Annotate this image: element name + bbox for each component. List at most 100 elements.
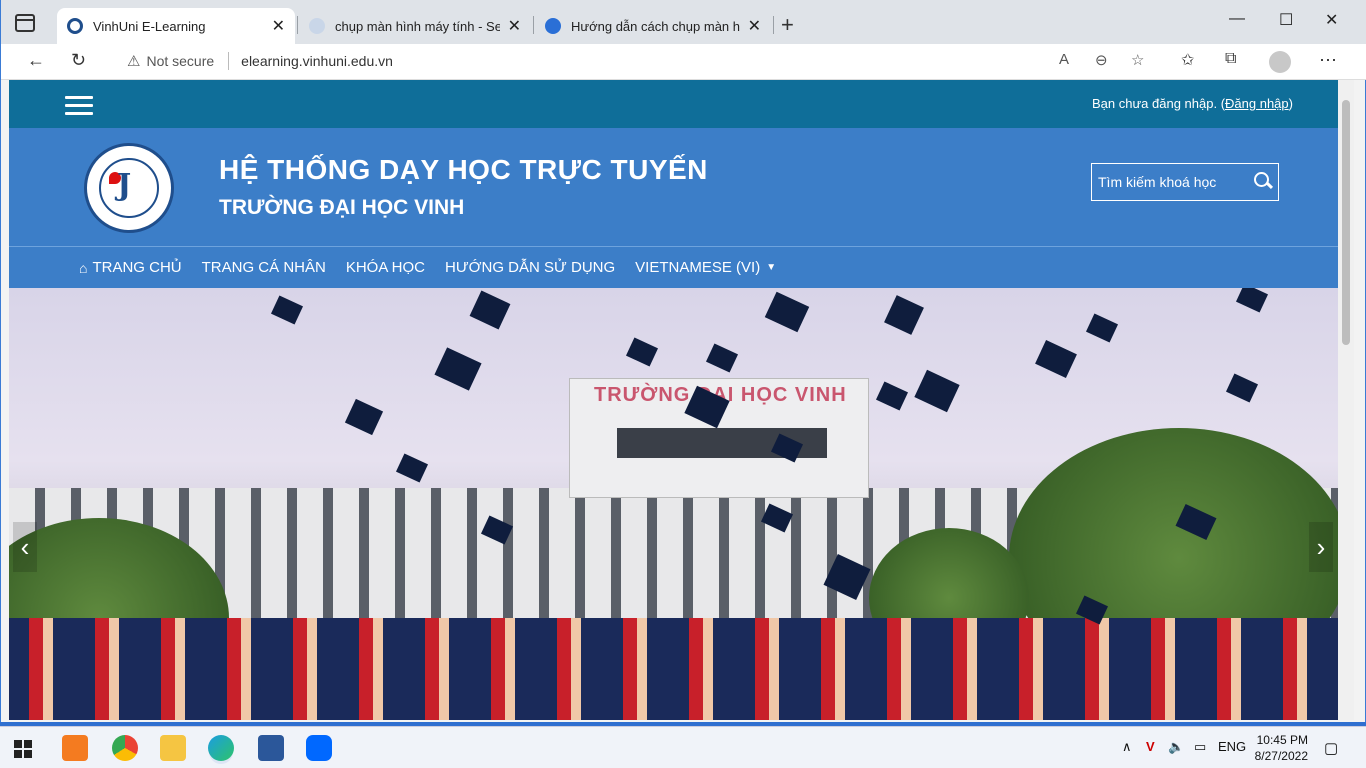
- grad-cap-icon: [875, 381, 909, 411]
- read-aloud-icon[interactable]: A: [1059, 51, 1069, 68]
- site-header: J HỆ THỐNG DẠY HỌC TRỰC TUYẾN TRƯỜNG ĐẠI…: [9, 128, 1338, 245]
- login-prompt: Bạn chưa đăng nhập. (: [1092, 96, 1226, 111]
- site-subtitle: TRƯỜNG ĐẠI HỌC VINH: [219, 196, 465, 219]
- caret-down-icon: ▼: [766, 262, 777, 273]
- favorites-icon[interactable]: ✩: [1181, 50, 1194, 70]
- tab-search[interactable]: chụp màn hình máy tính - Search ✕: [299, 8, 531, 44]
- language-indicator[interactable]: ENG: [1218, 739, 1246, 754]
- grad-cap-icon: [395, 453, 429, 483]
- url-text[interactable]: elearning.vinhuni.edu.vn: [241, 53, 393, 69]
- pdf-app-icon[interactable]: [62, 735, 88, 761]
- tab-strip: VinhUni E-Learning ✕ chụp màn hình máy t…: [1, 0, 1366, 44]
- top-bar: Bạn chưa đăng nhập. (Đăng nhập): [9, 80, 1338, 128]
- grad-cap-icon: [884, 295, 924, 335]
- home-icon: ⌂: [79, 259, 88, 276]
- browser-window: VinhUni E-Learning ✕ chụp màn hình máy t…: [0, 0, 1366, 722]
- close-tab-icon[interactable]: ✕: [748, 16, 761, 36]
- file-explorer-icon[interactable]: [160, 735, 186, 761]
- tab-separator: [773, 16, 774, 34]
- carousel-prev-icon[interactable]: ‹: [13, 522, 37, 572]
- hero-banner: TRƯỜNG ĐẠI HỌC VINH ‹ ›: [9, 288, 1338, 720]
- tab-separator: [533, 16, 534, 34]
- web-page: Bạn chưa đăng nhập. (Đăng nhập) J HỆ THỐ…: [9, 80, 1338, 720]
- search-input[interactable]: Tìm kiếm khoá học: [1098, 174, 1248, 190]
- grad-cap-icon: [1225, 373, 1259, 403]
- tab-vinhuni[interactable]: VinhUni E-Learning ✕: [57, 8, 295, 44]
- login-suffix: ): [1288, 96, 1293, 111]
- collections-icon[interactable]: ⧉: [1225, 50, 1236, 68]
- tab-separator: [297, 16, 298, 34]
- minimize-icon[interactable]: —: [1229, 10, 1245, 28]
- main-nav: ⌂ TRANG CHỦ TRANG CÁ NHÂN KHÓA HỌC HƯỚNG…: [9, 246, 1338, 288]
- grad-cap-icon: [1085, 313, 1119, 343]
- more-icon[interactable]: ⋯: [1319, 50, 1337, 71]
- system-clock[interactable]: 10:45 PM 8/27/2022: [1255, 732, 1308, 764]
- tab-title: Hướng dẫn cách chụp màn hình: [571, 18, 740, 34]
- site-title: HỆ THỐNG DẠY HỌC TRỰC TUYẾN: [219, 154, 708, 185]
- close-window-icon[interactable]: ✕: [1325, 10, 1338, 30]
- windows-start-icon[interactable]: [14, 740, 32, 758]
- nav-language[interactable]: VIETNAMESE (VI) ▼: [635, 259, 776, 276]
- grad-cap-icon: [625, 337, 659, 367]
- edge-icon[interactable]: [208, 735, 234, 761]
- nav-home[interactable]: ⌂ TRANG CHỦ: [79, 259, 182, 276]
- add-favorite-icon[interactable]: ☆: [1131, 51, 1144, 69]
- search-icon[interactable]: [1248, 167, 1278, 197]
- address-bar[interactable]: ⚠ Not secure elearning.vinhuni.edu.vn: [109, 46, 1164, 76]
- clock-date: 8/27/2022: [1254, 749, 1308, 763]
- notifications-icon[interactable]: ▢: [1324, 739, 1338, 757]
- nav-label: TRANG CHỦ: [92, 259, 182, 276]
- page-scrollbar[interactable]: [1338, 80, 1354, 720]
- refresh-icon[interactable]: ↻: [71, 50, 86, 71]
- logo-mark: J: [117, 168, 132, 203]
- login-status: Bạn chưa đăng nhập. (Đăng nhập): [1092, 96, 1293, 111]
- nav-label: VIETNAMESE (VI): [635, 259, 761, 276]
- tab-title: VinhUni E-Learning: [93, 18, 206, 34]
- warning-icon: ⚠: [127, 53, 141, 70]
- tab-guide[interactable]: Hướng dẫn cách chụp màn hình ✕: [535, 8, 771, 44]
- close-tab-icon[interactable]: ✕: [272, 16, 285, 36]
- nav-label: HƯỚNG DẪN SỬ DỤNG: [445, 259, 616, 276]
- course-search[interactable]: Tìm kiếm khoá học: [1091, 163, 1279, 201]
- vinhuni-favicon-icon: [67, 18, 83, 34]
- zoom-icon[interactable]: ⊖: [1095, 51, 1108, 69]
- nav-profile[interactable]: TRANG CÁ NHÂN: [202, 259, 326, 276]
- back-icon[interactable]: ←: [27, 50, 45, 71]
- grad-cap-icon: [705, 343, 739, 373]
- show-hidden-icons-icon[interactable]: ∧: [1122, 739, 1132, 755]
- profile-icon[interactable]: [1269, 51, 1291, 73]
- grad-cap-icon: [270, 295, 304, 325]
- search-favicon-icon: [309, 18, 325, 34]
- unikey-icon[interactable]: V: [1146, 739, 1155, 754]
- nav-courses[interactable]: KHÓA HỌC: [346, 259, 425, 276]
- nav-guide[interactable]: HƯỚNG DẪN SỬ DỤNG: [445, 259, 615, 276]
- maximize-icon[interactable]: ☐: [1279, 10, 1293, 30]
- battery-icon[interactable]: ▭: [1194, 739, 1206, 755]
- tab-actions-icon[interactable]: [15, 14, 35, 32]
- chrome-icon[interactable]: [112, 735, 138, 761]
- nav-label: KHÓA HỌC: [345, 259, 426, 276]
- word-icon[interactable]: [258, 735, 284, 761]
- clock-time: 10:45 PM: [1256, 733, 1308, 747]
- grad-cap-icon: [469, 290, 511, 330]
- grad-cap-icon: [1035, 340, 1077, 378]
- grad-cap-icon: [764, 291, 810, 333]
- new-tab-icon[interactable]: +: [781, 12, 794, 38]
- windows-taskbar: ∧ V 🔈 ▭ ENG 10:45 PM 8/27/2022 ▢: [0, 726, 1366, 768]
- grad-cap-icon: [1235, 288, 1269, 313]
- browser-toolbar: ← ↻ ⚠ Not secure elearning.vinhuni.edu.v…: [1, 44, 1366, 80]
- tab-title: chụp màn hình máy tính - Search: [335, 18, 500, 34]
- close-tab-icon[interactable]: ✕: [508, 16, 521, 36]
- grad-cap-icon: [914, 369, 960, 413]
- scrollbar-thumb[interactable]: [1342, 100, 1350, 345]
- login-link[interactable]: Đăng nhập: [1225, 96, 1289, 111]
- security-label[interactable]: Not secure: [146, 53, 214, 69]
- menu-icon[interactable]: [65, 96, 93, 115]
- guide-favicon-icon: [545, 18, 561, 34]
- volume-muted-icon[interactable]: 🔈: [1168, 739, 1184, 755]
- grad-cap-icon: [434, 347, 482, 391]
- banner-crowd: [9, 618, 1338, 720]
- carousel-next-icon[interactable]: ›: [1309, 522, 1333, 572]
- zalo-icon[interactable]: [306, 735, 332, 761]
- university-logo[interactable]: J: [84, 143, 174, 233]
